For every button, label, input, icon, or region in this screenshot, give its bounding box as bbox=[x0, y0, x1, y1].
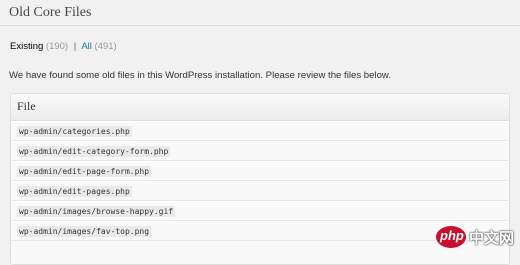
column-header-file: File bbox=[17, 99, 36, 113]
filter-separator: | bbox=[73, 41, 77, 52]
file-path: wp-admin/images/browse-happy.gif bbox=[17, 206, 176, 217]
page-title: Old Core Files bbox=[9, 5, 92, 20]
file-path: wp-admin/images/fav-top.png bbox=[17, 226, 152, 237]
table-row: wp-admin/edit-page-form.php bbox=[11, 161, 509, 181]
filter-existing-link[interactable]: Existing bbox=[10, 41, 43, 52]
table-row: wp-admin/categories.php bbox=[11, 121, 509, 141]
logo-text: php bbox=[440, 228, 464, 243]
table-header: File bbox=[11, 94, 509, 121]
filter-links: Existing (190) | All (491) bbox=[10, 41, 117, 52]
filter-all-link[interactable]: All bbox=[81, 41, 92, 52]
file-path: wp-admin/categories.php bbox=[17, 126, 132, 137]
file-path: wp-admin/edit-page-form.php bbox=[17, 166, 152, 177]
file-path: wp-admin/edit-pages.php bbox=[17, 186, 132, 197]
file-path: wp-admin/edit-category-form.php bbox=[17, 146, 171, 157]
php-logo-icon: php bbox=[436, 226, 466, 248]
files-table: File wp-admin/categories.php wp-admin/ed… bbox=[10, 93, 510, 265]
table-row: wp-admin/edit-pages.php bbox=[11, 181, 509, 201]
filter-all-count: (491) bbox=[94, 41, 117, 52]
title-divider bbox=[0, 25, 520, 26]
table-row: wp-admin/images/browse-happy.gif bbox=[11, 201, 509, 221]
table-row: wp-admin/edit-category-form.php bbox=[11, 141, 509, 161]
notice-text: We have found some old files in this Wor… bbox=[9, 70, 391, 81]
table-row: wp-admin/images/fav-top.png bbox=[11, 221, 509, 241]
watermark-brand-text: 中文网 bbox=[469, 229, 515, 247]
watermark: php 中文网 bbox=[436, 226, 516, 248]
filter-existing-count: (190) bbox=[45, 41, 69, 52]
